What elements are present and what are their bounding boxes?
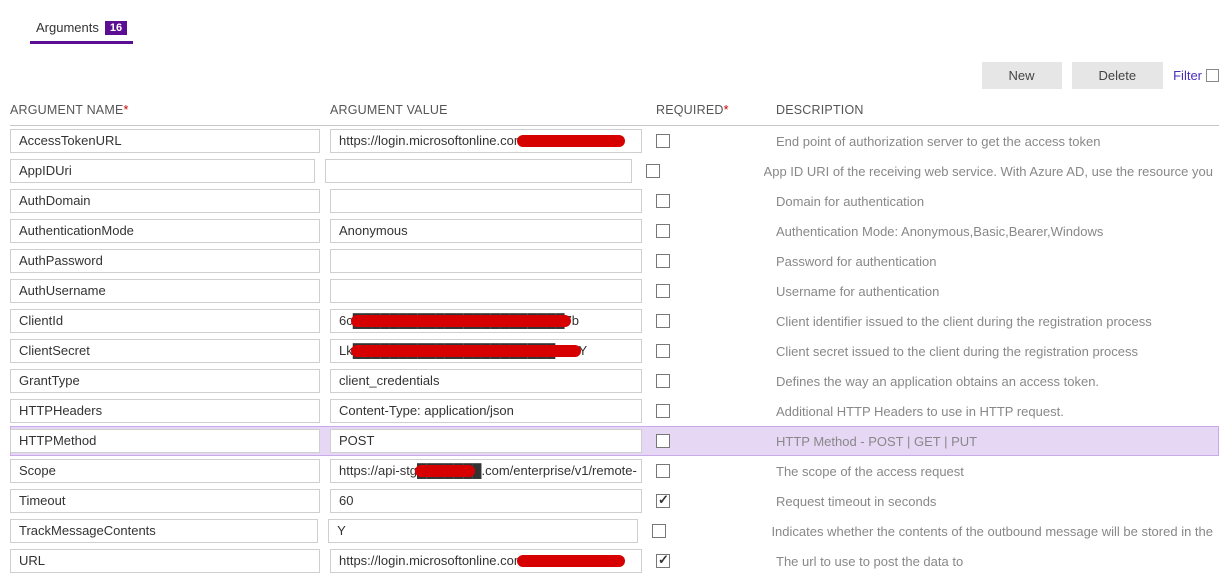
required-checkbox[interactable] xyxy=(656,194,670,208)
grid-header: ARGUMENT NAME* ARGUMENT VALUE REQUIRED* … xyxy=(10,97,1219,126)
description-text: Authentication Mode: Anonymous,Basic,Bea… xyxy=(776,224,1213,239)
required-checkbox[interactable] xyxy=(652,524,666,538)
table-row[interactable]: AppIDUri App ID URI of the receiving web … xyxy=(10,156,1219,186)
argument-value-cell[interactable]: https://login.microsoftonline.com/ xyxy=(330,549,642,573)
redaction-mark xyxy=(415,465,475,477)
tab-arguments[interactable]: Arguments 16 xyxy=(30,16,133,44)
toolbar: New Delete Filter xyxy=(10,62,1219,89)
table-row[interactable]: Timeout 60 Request timeout in seconds xyxy=(10,486,1219,516)
required-star: * xyxy=(724,103,729,117)
arguments-grid: ARGUMENT NAME* ARGUMENT VALUE REQUIRED* … xyxy=(10,97,1219,576)
argument-value-cell[interactable]: 60 xyxy=(330,489,642,513)
redaction-mark xyxy=(517,135,625,147)
table-row[interactable]: AccessTokenURL https://login.microsoftonl… xyxy=(10,126,1219,156)
table-row[interactable]: HTTPHeaders Content-Type: application/jso… xyxy=(10,396,1219,426)
argument-name-cell[interactable]: TrackMessageContents xyxy=(10,519,318,543)
table-row[interactable]: URL https://login.microsoftonline.com/The… xyxy=(10,546,1219,576)
description-text: Request timeout in seconds xyxy=(776,494,1213,509)
argument-value-cell[interactable] xyxy=(325,159,632,183)
description-text: Domain for authentication xyxy=(776,194,1213,209)
tab-count-badge: 16 xyxy=(105,21,127,35)
required-checkbox[interactable] xyxy=(656,284,670,298)
table-row[interactable]: AuthPassword Password for authentication xyxy=(10,246,1219,276)
description-text: Additional HTTP Headers to use in HTTP r… xyxy=(776,404,1213,419)
argument-value-cell[interactable] xyxy=(330,249,642,273)
table-row[interactable]: TrackMessageContents Y Indicates whether t… xyxy=(10,516,1219,546)
description-text: Client secret issued to the client durin… xyxy=(776,344,1213,359)
argument-name-cell[interactable]: Scope xyxy=(10,459,320,483)
description-text: Indicates whether the contents of the ou… xyxy=(771,524,1213,539)
redaction-mark xyxy=(351,345,581,357)
required-checkbox[interactable] xyxy=(646,164,660,178)
argument-name-cell[interactable]: AuthenticationMode xyxy=(10,219,320,243)
argument-name-cell[interactable]: ClientId xyxy=(10,309,320,333)
filter-toggle[interactable]: Filter xyxy=(1173,68,1219,83)
required-checkbox[interactable] xyxy=(656,404,670,418)
col-header-required[interactable]: REQUIRED* xyxy=(652,103,776,117)
required-checkbox[interactable] xyxy=(656,314,670,328)
argument-value-cell[interactable]: Y xyxy=(328,519,638,543)
required-star: * xyxy=(124,103,129,117)
required-checkbox[interactable] xyxy=(656,374,670,388)
required-checkbox[interactable] xyxy=(656,464,670,478)
argument-name-cell[interactable]: HTTPMethod xyxy=(10,429,320,453)
argument-value-cell[interactable]: POST xyxy=(330,429,642,453)
new-button[interactable]: New xyxy=(982,62,1062,89)
table-row[interactable]: ClientSecret Lk██████████████████████6dEY… xyxy=(10,336,1219,366)
tab-strip: Arguments 16 xyxy=(30,16,1219,44)
argument-name-cell[interactable]: AuthPassword xyxy=(10,249,320,273)
required-checkbox[interactable] xyxy=(656,134,670,148)
col-header-value[interactable]: ARGUMENT VALUE xyxy=(330,103,652,117)
argument-name-cell[interactable]: GrantType xyxy=(10,369,320,393)
tab-label: Arguments xyxy=(36,20,99,35)
table-row[interactable]: Scope https://api-stg███████.com/enterpri… xyxy=(10,456,1219,486)
argument-name-cell[interactable]: ClientSecret xyxy=(10,339,320,363)
argument-name-cell[interactable]: HTTPHeaders xyxy=(10,399,320,423)
description-text: End point of authorization server to get… xyxy=(776,134,1213,149)
filter-checkbox[interactable] xyxy=(1206,69,1219,82)
argument-name-cell[interactable]: AuthUsername xyxy=(10,279,320,303)
table-row[interactable]: ClientId 6c███████████████████████7b Clien… xyxy=(10,306,1219,336)
argument-value-cell[interactable]: 6c███████████████████████7b xyxy=(330,309,642,333)
description-text: Password for authentication xyxy=(776,254,1213,269)
required-checkbox[interactable] xyxy=(656,254,670,268)
argument-value-cell[interactable]: client_credentials xyxy=(330,369,642,393)
argument-value-cell[interactable] xyxy=(330,279,642,303)
description-text: HTTP Method - POST | GET | PUT xyxy=(776,434,1213,449)
required-checkbox[interactable] xyxy=(656,224,670,238)
description-text: App ID URI of the receiving web service.… xyxy=(764,164,1213,179)
description-text: The scope of the access request xyxy=(776,464,1213,479)
table-row[interactable]: AuthUsername Username for authentication xyxy=(10,276,1219,306)
filter-label: Filter xyxy=(1173,68,1202,83)
table-row[interactable]: GrantType client_credentials Defines the w… xyxy=(10,366,1219,396)
redaction-mark xyxy=(517,555,625,567)
description-text: Defines the way an application obtains a… xyxy=(776,374,1213,389)
table-row[interactable]: HTTPMethod POST HTTP Method - POST | GET |… xyxy=(10,426,1219,456)
redaction-mark xyxy=(351,315,571,327)
required-checkbox[interactable] xyxy=(656,494,670,508)
required-checkbox[interactable] xyxy=(656,434,670,448)
required-checkbox[interactable] xyxy=(656,344,670,358)
argument-value-cell[interactable]: Anonymous xyxy=(330,219,642,243)
argument-name-cell[interactable]: Timeout xyxy=(10,489,320,513)
argument-name-cell[interactable]: AccessTokenURL xyxy=(10,129,320,153)
description-text: Client identifier issued to the client d… xyxy=(776,314,1213,329)
table-row[interactable]: AuthDomain Domain for authentication xyxy=(10,186,1219,216)
argument-name-cell[interactable]: AuthDomain xyxy=(10,189,320,213)
col-header-description[interactable]: DESCRIPTION xyxy=(776,103,1219,117)
table-row[interactable]: AuthenticationMode Anonymous Authenticatio… xyxy=(10,216,1219,246)
delete-button[interactable]: Delete xyxy=(1072,62,1164,89)
col-header-name[interactable]: ARGUMENT NAME* xyxy=(10,103,330,117)
description-text: Username for authentication xyxy=(776,284,1213,299)
argument-name-cell[interactable]: AppIDUri xyxy=(10,159,315,183)
argument-value-cell[interactable] xyxy=(330,189,642,213)
argument-value-cell[interactable]: Content-Type: application/json xyxy=(330,399,642,423)
argument-value-cell[interactable]: https://api-stg███████.com/enterprise/v1… xyxy=(330,459,642,483)
argument-value-cell[interactable]: https://login.microsoftonline.com/ xyxy=(330,129,642,153)
argument-value-cell[interactable]: Lk██████████████████████6dEY xyxy=(330,339,642,363)
argument-name-cell[interactable]: URL xyxy=(10,549,320,573)
description-text: The url to use to post the data to xyxy=(776,554,1213,569)
